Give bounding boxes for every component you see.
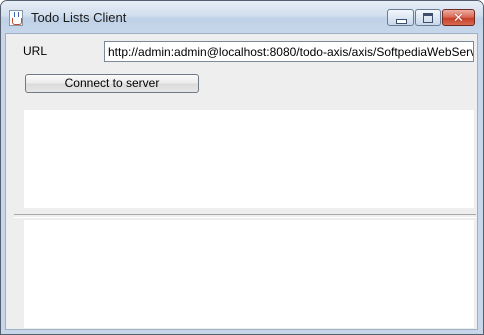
split-pane-divider[interactable] xyxy=(14,214,476,218)
minimize-button[interactable] xyxy=(387,9,414,26)
close-icon: ✕ xyxy=(453,10,464,25)
window-title: Todo Lists Client xyxy=(31,10,127,25)
minimize-icon xyxy=(396,19,407,24)
java-cup-icon[interactable] xyxy=(9,10,23,26)
url-label: URL xyxy=(23,44,48,58)
url-input[interactable] xyxy=(104,41,474,62)
maximize-button[interactable] xyxy=(415,9,441,26)
title-bar[interactable]: Todo Lists Client ✕ xyxy=(1,1,483,33)
todo-items-panel[interactable] xyxy=(24,220,474,328)
app-window: Todo Lists Client ✕ URL Connect to serve… xyxy=(0,0,484,335)
maximize-icon xyxy=(423,13,433,23)
close-button[interactable]: ✕ xyxy=(442,9,475,26)
todo-lists-panel[interactable] xyxy=(24,110,474,208)
client-area: URL Connect to server xyxy=(5,33,478,330)
connect-to-server-button[interactable]: Connect to server xyxy=(25,74,199,93)
